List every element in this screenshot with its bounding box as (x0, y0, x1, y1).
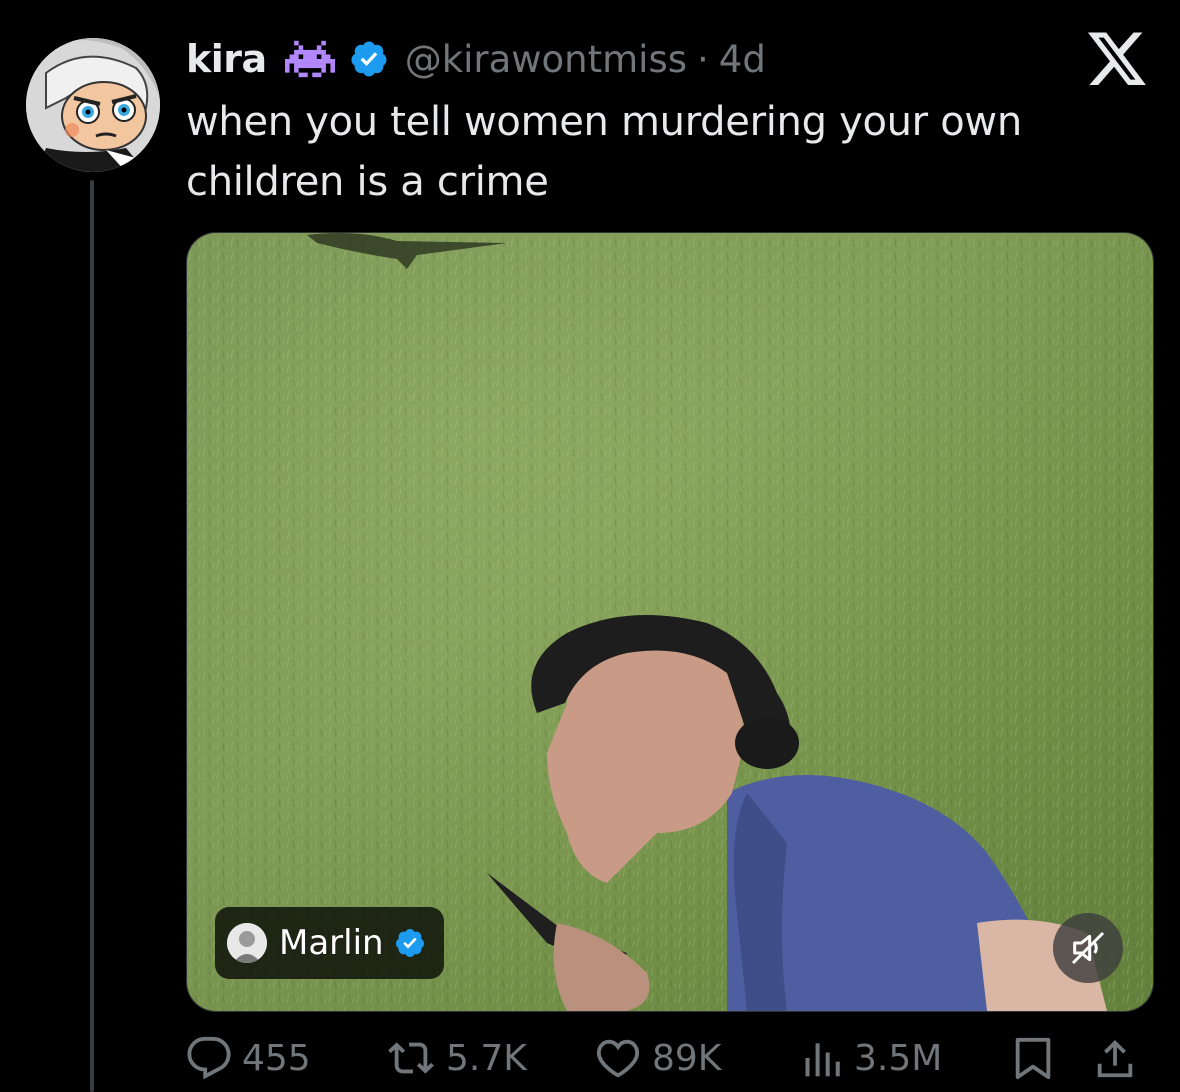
analytics-bars-icon (805, 1043, 840, 1077)
heart-icon (596, 1039, 640, 1078)
view-count: 3.5M (854, 1037, 943, 1079)
reply-count: 455 (242, 1037, 311, 1079)
bookmark-icon (1015, 1037, 1051, 1080)
author-handle[interactable]: @kirawontmiss (405, 38, 687, 81)
source-avatar (227, 923, 267, 963)
bookmark-button[interactable] (1010, 1035, 1092, 1081)
share-button[interactable] (1092, 1035, 1138, 1081)
avatar[interactable] (26, 38, 160, 172)
tweet-text: when you tell women murdering your own c… (186, 99, 1022, 205)
views-button[interactable]: 3.5M (800, 1035, 1010, 1081)
x-logo-icon[interactable] (1088, 32, 1148, 88)
source-verified-badge-icon (394, 927, 426, 959)
tweet-actions: 455 5.7K 89K 3.5M (186, 1030, 1152, 1086)
verified-badge-icon[interactable] (349, 39, 389, 79)
like-button[interactable]: 89K (594, 1035, 800, 1081)
video-media[interactable]: Marlin (186, 232, 1154, 1012)
reply-button[interactable]: 455 (186, 1035, 386, 1081)
repost-button[interactable]: 5.7K (386, 1035, 594, 1081)
like-count: 89K (652, 1037, 722, 1079)
reply-icon (187, 1036, 231, 1080)
tweet-timestamp[interactable]: 4d (719, 38, 766, 81)
separator-dot: · (697, 37, 709, 81)
speaker-muted-icon (1071, 931, 1105, 965)
tweet-header: kira @kirawontmiss · 4d (186, 34, 766, 84)
source-name: Marlin (279, 923, 384, 963)
author-name[interactable]: kira (186, 37, 267, 81)
share-icon (1097, 1039, 1133, 1078)
media-source-badge[interactable]: Marlin (215, 907, 444, 979)
mute-toggle-button[interactable] (1053, 913, 1123, 983)
repost-icon (388, 1042, 434, 1074)
alien-monster-emoji-icon (284, 39, 335, 79)
avatar-cartoon-image (26, 38, 160, 172)
thread-line (90, 180, 94, 1092)
repost-count: 5.7K (446, 1037, 527, 1079)
video-frame-image (187, 233, 1153, 1011)
